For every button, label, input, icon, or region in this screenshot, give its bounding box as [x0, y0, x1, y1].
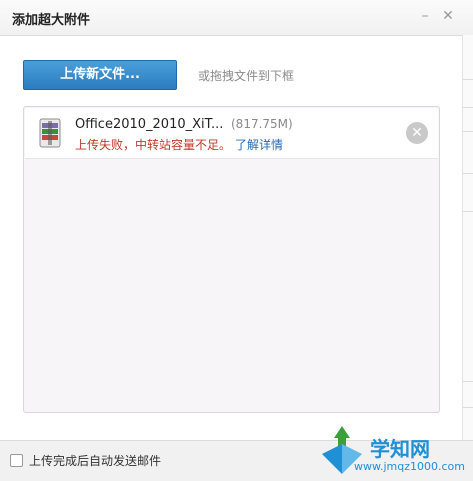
close-button[interactable]: ✕ [440, 8, 456, 24]
watermark-text: 学知网 [370, 437, 430, 461]
dialog-title: 添加超大附件 [12, 13, 91, 28]
remove-file-button[interactable]: ✕ [406, 122, 428, 144]
file-name: Office2010_2010_XiT... [75, 117, 224, 132]
watermark-url: www.jmqz1000.com [354, 460, 465, 473]
auto-send-label[interactable]: 上传完成后自动发送邮件 [29, 452, 161, 469]
auto-send-checkbox[interactable] [10, 454, 23, 467]
drag-drop-hint: 或拖拽文件到下框 [198, 69, 295, 83]
background-window-edge [462, 35, 473, 440]
winrar-archive-icon [39, 118, 61, 148]
file-size: (817.75M) [231, 117, 293, 131]
dialog-titlebar: 添加超大附件 – ✕ [0, 0, 473, 36]
upload-error-message: 上传失败，中转站容量不足。 [75, 138, 232, 152]
upload-new-file-button[interactable]: 上传新文件... [23, 60, 177, 90]
list-item: Office2010_2010_XiT... (817.75M) 上传失败，中转… [25, 108, 438, 159]
learn-more-link[interactable]: 了解详情 [235, 136, 283, 153]
file-drop-area[interactable]: Office2010_2010_XiT... (817.75M) 上传失败，中转… [23, 106, 440, 413]
minimize-button[interactable]: – [417, 8, 433, 24]
